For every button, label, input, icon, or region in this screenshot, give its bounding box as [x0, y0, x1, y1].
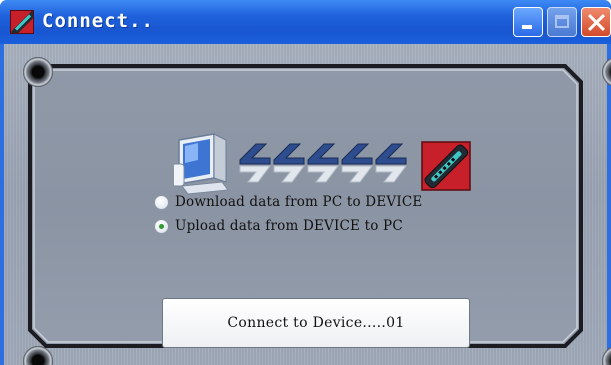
pc-monitor-icon: [174, 133, 229, 195]
transfer-arrows-shadow: [239, 165, 407, 183]
usb-cable-icon: [10, 10, 34, 34]
screw-icon: [23, 57, 53, 87]
option-upload-label: Upload data from DEVICE to PC: [175, 218, 403, 234]
maximize-button[interactable]: [547, 7, 577, 37]
dialog-body: Download data from PC to DEVICE Upload d…: [4, 44, 611, 365]
close-button[interactable]: [581, 7, 611, 37]
usb-device-icon: [421, 141, 471, 191]
connect-window: Connect.. Download data from PC to DEVIC…: [0, 0, 611, 365]
option-download-label: Download data from PC to DEVICE: [175, 194, 423, 210]
window-title: Connect..: [42, 10, 154, 32]
screw-icon: [602, 346, 611, 365]
screw-icon: [602, 57, 611, 87]
minimize-button[interactable]: [513, 7, 543, 37]
transfer-graphic: [174, 130, 474, 200]
connect-button[interactable]: Connect to Device.....01: [162, 298, 470, 348]
option-download[interactable]: Download data from PC to DEVICE: [154, 191, 422, 213]
radio-download[interactable]: [154, 194, 169, 210]
option-upload[interactable]: Upload data from DEVICE to PC: [154, 215, 403, 237]
radio-upload[interactable]: [154, 218, 169, 234]
title-bar[interactable]: Connect..: [0, 0, 611, 44]
transfer-arrows-icon: [239, 143, 407, 165]
